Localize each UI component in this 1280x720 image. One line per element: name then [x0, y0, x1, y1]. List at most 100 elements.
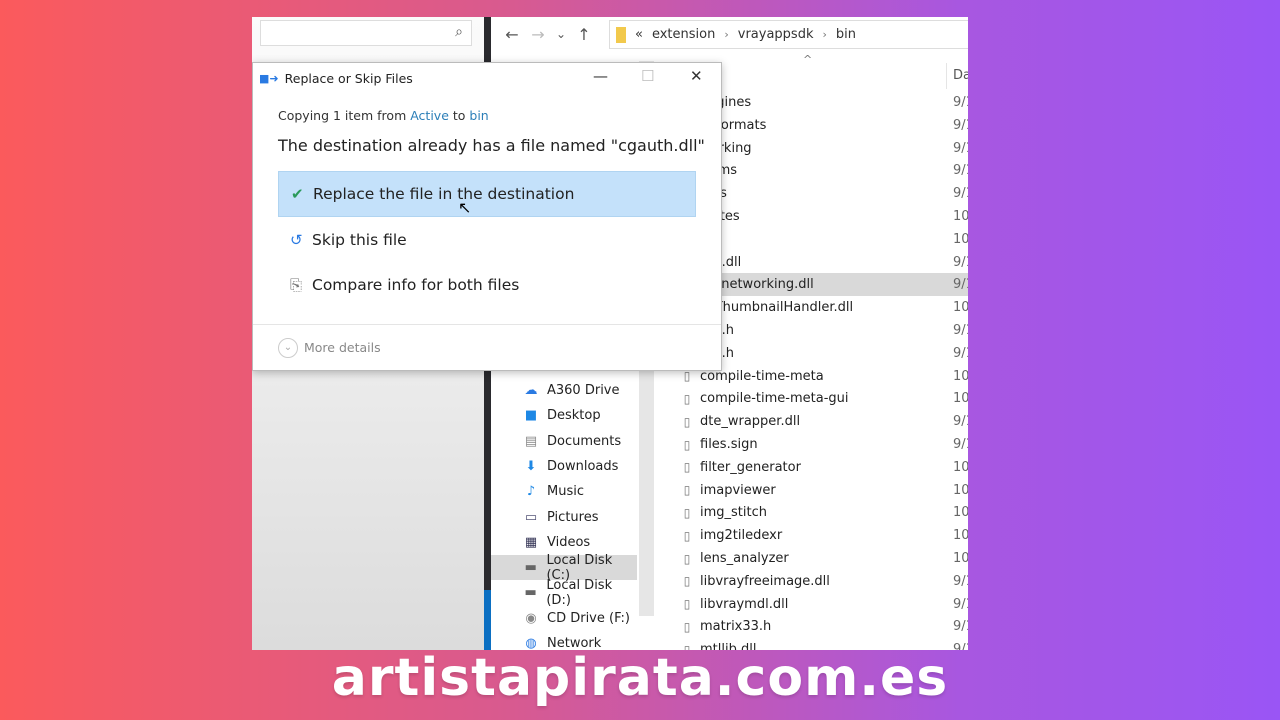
sidebar-item-label: CD Drive (F:) [547, 610, 631, 626]
file-icon: ▯ [683, 597, 691, 612]
sidebar-item[interactable]: ⬇ Downloads [491, 454, 637, 479]
sidebar-item[interactable]: ☁ A360 Drive [491, 378, 637, 403]
column-header-date[interactable]: Da [946, 63, 968, 89]
file-date: 10, [953, 505, 968, 521]
more-details-button[interactable]: ⌄ More details [253, 324, 721, 370]
file-date: 9/1 [953, 437, 968, 452]
sidebar-item-label: A360 Drive [547, 383, 620, 398]
drive-icon: ▬ [524, 560, 537, 576]
up-icon[interactable]: ↑ [571, 25, 597, 44]
file-date: 10, [953, 368, 968, 384]
chevron-right-icon[interactable]: › [724, 28, 728, 41]
compare-option[interactable]: ⎘ Compare info for both files [278, 262, 696, 308]
file-date: 9/1 [953, 95, 968, 110]
file-row[interactable]: ▯ dte_wrapper.dll 9/1 [670, 410, 968, 433]
replace-option[interactable]: ✔ Replace the file in the destination [278, 171, 696, 217]
file-name: imapviewer [700, 482, 776, 498]
sidebar-item[interactable]: ▬ Local Disk (D:) [491, 578, 637, 608]
breadcrumb-item[interactable]: vrayappsdk [738, 27, 814, 42]
documents-icon: ▤ [524, 433, 538, 449]
watermark: artistapirata.com.es [331, 648, 949, 708]
checkmark-icon: ✔ [291, 185, 304, 203]
sidebar-item-label: Downloads [547, 458, 619, 474]
minimize-button[interactable]: — [593, 67, 608, 85]
file-name: img_stitch [700, 505, 767, 521]
dialog-title-text: Replace or Skip Files [284, 71, 413, 86]
sidebar-item-label: Documents [547, 433, 622, 449]
recent-locations-icon[interactable]: ⌄ [551, 27, 571, 41]
source-link[interactable]: Active [410, 108, 449, 123]
music-icon: ♪ [526, 484, 536, 500]
chevron-right-icon[interactable]: › [822, 28, 826, 41]
close-button[interactable]: ✕ [690, 67, 703, 85]
file-row[interactable]: ▯ img_stitch 10, [670, 501, 968, 524]
breadcrumb-overflow[interactable]: « [635, 27, 643, 42]
file-date: 10, [953, 231, 968, 247]
copy-icon: ■➜ [259, 72, 279, 85]
file-date: 9/1 [953, 277, 968, 293]
file-name: lens_analyzer [700, 551, 789, 566]
file-row[interactable]: ▯ lens_analyzer 10, [670, 547, 968, 570]
desktop-icon: ■ [524, 408, 538, 424]
file-row[interactable]: ▯ files.sign 9/1 [670, 433, 968, 456]
sidebar-item-label: Music [547, 484, 584, 500]
search-box[interactable]: ⌕ [260, 20, 472, 46]
file-name: libvraymdl.dll [700, 596, 789, 612]
sidebar-item[interactable]: ■ Desktop [491, 403, 637, 428]
navigation-bar: ← → ⌄ ↑ « extension › vrayappsdk › bin [491, 17, 968, 51]
file-date: 10, [953, 391, 968, 407]
sidebar-item[interactable]: ♪ Music [491, 479, 637, 504]
file-date: 9/1 [953, 163, 968, 179]
file-date: 9/1 [953, 619, 968, 635]
compare-icon: ⎘ [290, 276, 303, 294]
sidebar-item[interactable]: ▭ Pictures [491, 505, 637, 530]
file-icon: ▯ [683, 528, 691, 543]
sidebar-item[interactable]: ▤ Documents [491, 429, 637, 454]
folder-icon [616, 26, 626, 43]
file-row[interactable]: ▯ libvraymdl.dll 9/1 [670, 593, 968, 616]
file-row[interactable]: ▯ matrix33.h 9/1 [670, 615, 968, 638]
file-icon: ▯ [683, 437, 691, 452]
file-row[interactable]: ▯ libvrayfreeimage.dll 9/1 [670, 570, 968, 593]
file-name: img2tiledexr [700, 528, 783, 544]
skip-option[interactable]: ↺ Skip this file [278, 217, 696, 263]
file-name: libvrayfreeimage.dll [700, 573, 830, 589]
forward-icon[interactable]: → [525, 25, 551, 44]
breadcrumb-item[interactable]: bin [836, 27, 856, 42]
file-date: 9/1 [953, 573, 968, 589]
sidebar-item-label: Videos [547, 534, 591, 550]
file-date: 9/1 [953, 414, 968, 430]
downloads-icon: ⬇ [525, 458, 537, 474]
sidebar-item-label: Desktop [547, 408, 601, 424]
skip-icon: ↺ [290, 231, 303, 249]
sidebar-item[interactable]: ▦ Videos [491, 530, 637, 555]
file-name: files.sign [700, 437, 758, 452]
sidebar-item[interactable]: ▬ Local Disk (C:) [491, 553, 637, 583]
file-icon: ▯ [683, 505, 691, 520]
videos-icon: ▦ [524, 534, 538, 550]
destination-link[interactable]: bin [469, 108, 488, 123]
sidebar-item[interactable]: ◉ CD Drive (F:) [491, 606, 637, 631]
address-bar[interactable]: « extension › vrayappsdk › bin [609, 20, 968, 49]
maximize-button[interactable]: ☐ [641, 67, 654, 85]
file-date: 10, [953, 209, 968, 224]
cloud-icon: ☁ [524, 383, 538, 398]
file-icon: ▯ [683, 619, 691, 634]
drive-icon: ▬ [524, 585, 537, 601]
file-row[interactable]: ▯ filter_generator 10, [670, 456, 968, 479]
mouse-cursor-icon: ↖ [458, 198, 472, 217]
file-row[interactable]: ▯ img2tiledexr 10, [670, 524, 968, 547]
dialog-title: ■➜ Replace or Skip Files [259, 71, 413, 86]
file-date: 9/1 [953, 254, 968, 270]
back-icon[interactable]: ← [499, 25, 525, 44]
file-date: 10, [953, 551, 968, 566]
file-row[interactable]: ▯ compile-time-meta-gui 10, [670, 387, 968, 410]
file-row[interactable]: ▯ imapviewer 10, [670, 479, 968, 502]
breadcrumb-item[interactable]: extension [652, 27, 715, 42]
replace-or-skip-dialog: ■➜ Replace or Skip Files — ☐ ✕ Copying 1 … [252, 62, 722, 371]
file-date: 9/1 [953, 186, 968, 202]
file-date: 9/1 [953, 117, 968, 133]
cd-drive-icon: ◉ [525, 610, 537, 626]
file-date: 10, [953, 482, 968, 498]
file-icon: ▯ [683, 391, 691, 406]
